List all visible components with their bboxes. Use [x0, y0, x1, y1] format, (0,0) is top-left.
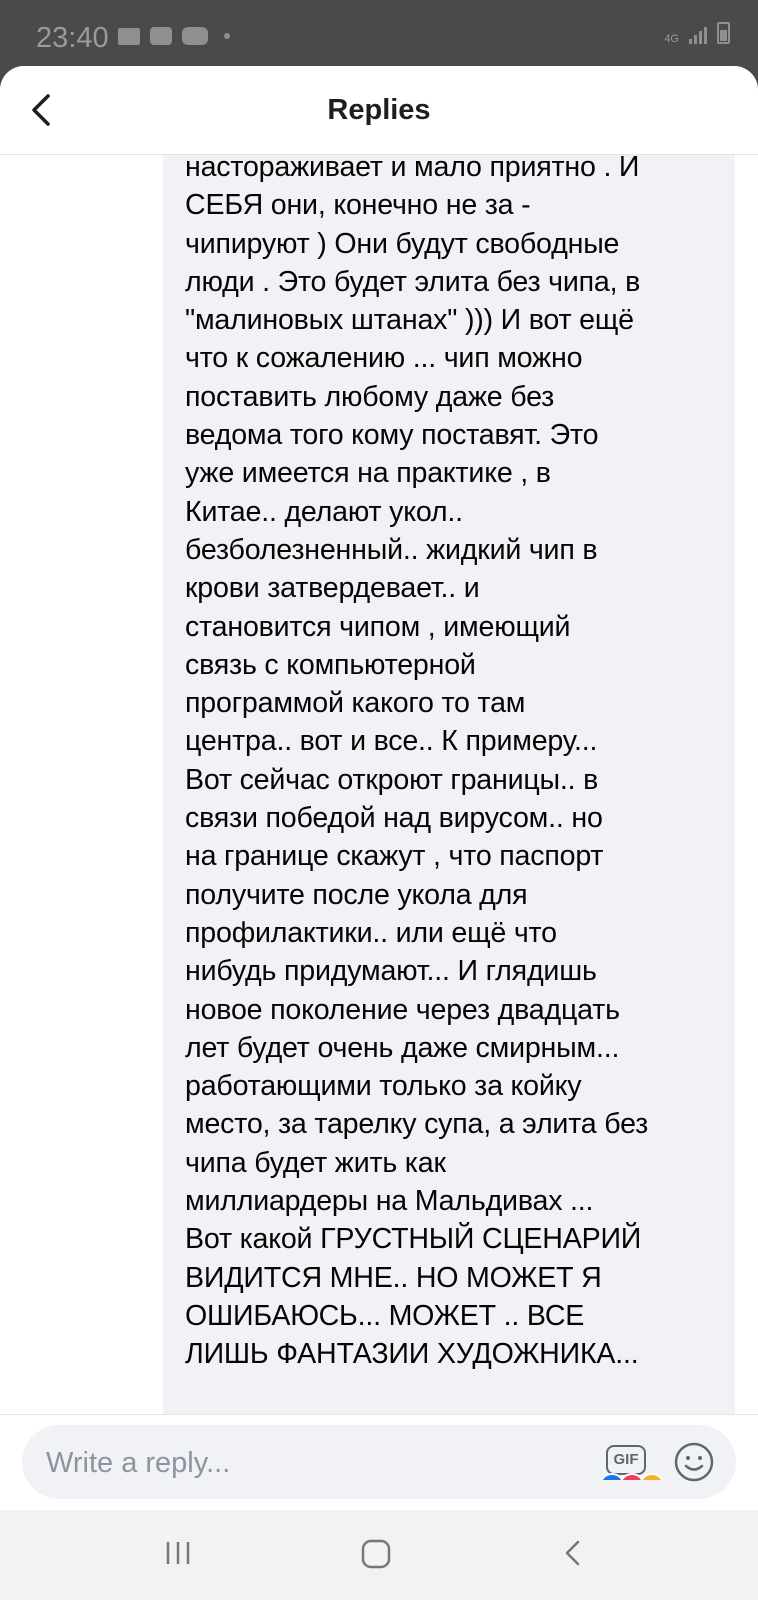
notification-icons — [118, 27, 230, 45]
comment-bubble[interactable]: настораживает и мало приятно . И СЕБЯ он… — [163, 155, 735, 1480]
system-nav-bar — [0, 1510, 758, 1600]
recent-apps-icon[interactable] — [163, 1538, 193, 1568]
message-notification-icon — [150, 27, 172, 45]
reply-composer: Write a reply... GIF — [0, 1414, 758, 1510]
reply-input-placeholder: Write a reply... — [46, 1447, 231, 1479]
page-title: Replies — [327, 94, 431, 126]
network-type: 4G — [664, 33, 679, 45]
haha-reaction-icon — [639, 1473, 665, 1480]
smiley-icon[interactable] — [672, 1440, 716, 1484]
status-bar: 23:40 4G — [0, 0, 758, 66]
home-icon[interactable] — [360, 1538, 392, 1570]
replies-header: Replies — [0, 66, 758, 155]
reaction-summary[interactable] — [599, 1473, 665, 1480]
more-notifications-icon — [224, 33, 230, 39]
system-icons: 4G — [664, 22, 730, 45]
nav-back-icon[interactable] — [558, 1538, 588, 1568]
battery-icon — [717, 22, 730, 44]
gallery-notification-icon — [118, 27, 140, 45]
status-time: 23:40 — [36, 22, 109, 54]
replies-sheet: Replies настораживает и мало приятно . И… — [0, 66, 758, 1510]
gif-button[interactable]: GIF — [606, 1445, 646, 1475]
video-notification-icon — [182, 27, 208, 45]
comment-text: настораживает и мало приятно . И СЕБЯ он… — [185, 155, 649, 1371]
reply-thread[interactable]: настораживает и мало приятно . И СЕБЯ он… — [0, 155, 758, 1480]
reply-input[interactable]: Write a reply... GIF — [22, 1425, 736, 1499]
signal-icon — [689, 26, 707, 44]
